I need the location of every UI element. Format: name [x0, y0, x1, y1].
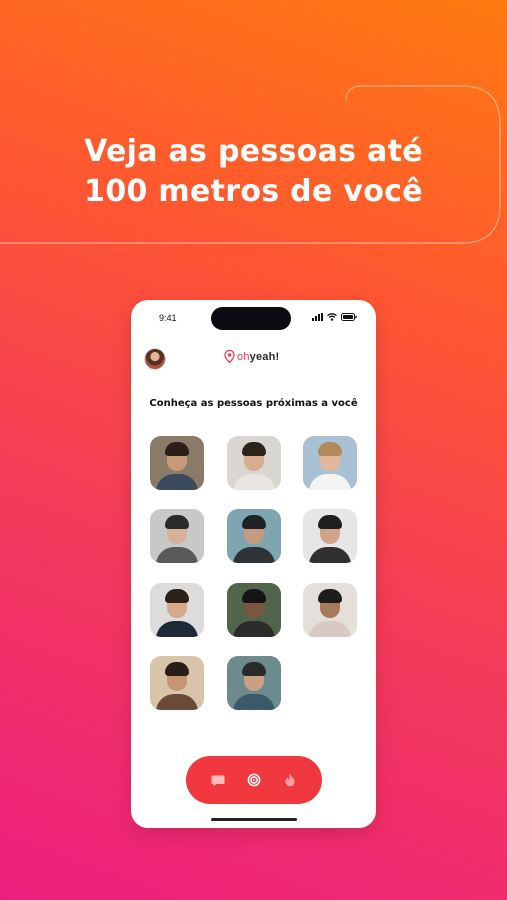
nearby-radar-icon[interactable]	[247, 773, 261, 787]
profile-photo-9[interactable]	[303, 583, 357, 637]
home-indicator	[211, 818, 297, 821]
profile-photo-3[interactable]	[303, 436, 357, 490]
wifi-icon	[327, 313, 337, 321]
status-time: 9:41	[159, 313, 177, 323]
status-icons	[312, 313, 357, 321]
profile-photo-11[interactable]	[227, 656, 281, 710]
battery-icon	[341, 313, 357, 321]
profile-photo-2[interactable]	[227, 436, 281, 490]
chat-icon[interactable]	[211, 773, 225, 787]
profile-photo-5[interactable]	[227, 509, 281, 563]
cellular-signal-icon	[312, 313, 323, 321]
phone-mockup: 9:41 ohyeah! Conheça as pessoas próximas…	[131, 300, 376, 828]
profile-photo-7[interactable]	[150, 583, 204, 637]
app-logo: ohyeah!	[224, 350, 279, 363]
profile-photo-4[interactable]	[150, 509, 204, 563]
section-title: Conheça as pessoas próximas a você	[149, 398, 358, 409]
profile-photo-8[interactable]	[227, 583, 281, 637]
dynamic-island	[211, 307, 291, 330]
profile-photo-1[interactable]	[150, 436, 204, 490]
profile-photo-10[interactable]	[150, 656, 204, 710]
bottom-tab-bar	[186, 756, 322, 804]
logo-oh: oh	[237, 350, 250, 363]
user-avatar[interactable]	[144, 348, 166, 370]
flame-icon[interactable]	[283, 773, 297, 787]
headline-line-2: 100 metros de você	[84, 174, 423, 209]
headline-line-1: Veja as pessoas até	[84, 134, 423, 169]
profile-photo-6[interactable]	[303, 509, 357, 563]
headline: Veja as pessoas até 100 metros de você	[0, 132, 507, 212]
location-pin-icon	[224, 350, 235, 363]
logo-yeah: yeah	[249, 350, 276, 363]
logo-wordmark: ohyeah!	[237, 351, 279, 363]
logo-exclamation: !	[275, 350, 280, 363]
